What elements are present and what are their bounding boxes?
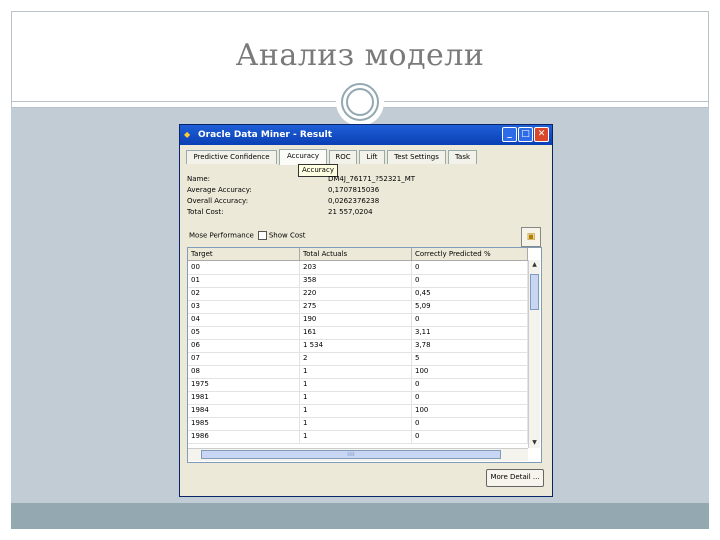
column-header-total-actuals[interactable]: Total Actuals: [300, 248, 412, 260]
cell-correctly-predicted: 0: [412, 378, 528, 391]
mode-label: Mose Performance: [189, 231, 254, 240]
cell-target: 07: [188, 352, 300, 365]
name-label: Name:: [187, 175, 211, 183]
cell-target: 1986: [188, 430, 300, 443]
cell-target: 06: [188, 339, 300, 352]
export-icon[interactable]: ▣: [521, 227, 541, 247]
scroll-down-icon[interactable]: ▼: [529, 438, 540, 448]
column-header-correctly-predicted[interactable]: Correctly Predicted %: [412, 248, 528, 260]
cell-correctly-predicted: 0: [412, 417, 528, 430]
cell-correctly-predicted: 3,11: [412, 326, 528, 339]
maximize-button[interactable]: □: [518, 127, 533, 142]
result-window: ◆ Oracle Data Miner - Result _ □ ✕ Predi…: [179, 124, 553, 497]
name-value: DM4J_76171_?52321_MT: [328, 175, 416, 183]
cell-total-actuals: 275: [300, 300, 412, 313]
cell-total-actuals: 2: [300, 352, 412, 365]
cell-correctly-predicted: 100: [412, 365, 528, 378]
cell-total-actuals: 1: [300, 430, 412, 443]
table-row[interactable]: 08 1 100: [188, 365, 528, 379]
cell-total-actuals: 1: [300, 378, 412, 391]
cell-correctly-predicted: 100: [412, 404, 528, 417]
table-row[interactable]: 07 2 5: [188, 352, 528, 366]
vertical-scrollbar[interactable]: ▲ ▼: [528, 260, 540, 448]
table-row[interactable]: 05 161 3,11: [188, 326, 528, 340]
cell-total-actuals: 203: [300, 261, 412, 274]
table-row[interactable]: 02 220 0,45: [188, 287, 528, 301]
cell-target: 1985: [188, 417, 300, 430]
cell-correctly-predicted: 0: [412, 391, 528, 404]
total-cost-label: Total Cost:: [187, 208, 224, 216]
cell-correctly-predicted: 5: [412, 352, 528, 365]
table-row[interactable]: 01 358 0: [188, 274, 528, 288]
cell-target: 1984: [188, 404, 300, 417]
cell-target: 01: [188, 274, 300, 287]
cell-total-actuals: 220: [300, 287, 412, 300]
vertical-scroll-thumb[interactable]: [530, 274, 539, 310]
tab-lift[interactable]: Lift: [359, 150, 385, 164]
table-row[interactable]: 00 203 0: [188, 261, 528, 275]
show-cost-checkbox[interactable]: [257, 231, 267, 240]
slide-title: Анализ модели: [235, 38, 485, 73]
cell-total-actuals: 358: [300, 274, 412, 287]
tab-test-settings[interactable]: Test Settings: [387, 150, 446, 164]
cell-target: 02: [188, 287, 300, 300]
cell-total-actuals: 1: [300, 391, 412, 404]
cell-correctly-predicted: 0: [412, 261, 528, 274]
cell-target: 1975: [188, 378, 300, 391]
app-logo-icon: ◆: [184, 130, 191, 139]
cell-correctly-predicted: 0: [412, 430, 528, 443]
table-row[interactable]: 1975 1 0: [188, 378, 528, 392]
average-accuracy-label: Average Accuracy:: [187, 186, 252, 194]
horizontal-scroll-thumb[interactable]: ⁞⁞⁞⁞: [201, 450, 501, 459]
table-row[interactable]: 06 1 534 3,78: [188, 339, 528, 353]
accuracy-grid: Target Total Actuals Correctly Predicted…: [187, 247, 542, 463]
cell-correctly-predicted: 0: [412, 313, 528, 326]
scroll-up-icon[interactable]: ▲: [529, 260, 540, 270]
grid-header: Target Total Actuals Correctly Predicted…: [188, 248, 528, 261]
cell-correctly-predicted: 0,45: [412, 287, 528, 300]
cell-total-actuals: 1: [300, 417, 412, 430]
close-button[interactable]: ✕: [534, 127, 549, 142]
table-row[interactable]: 03 275 5,09: [188, 300, 528, 314]
cell-total-actuals: 1: [300, 365, 412, 378]
ornament-ring-inner: [346, 88, 374, 116]
cell-correctly-predicted: 5,09: [412, 300, 528, 313]
cell-correctly-predicted: 0: [412, 274, 528, 287]
cell-target: 04: [188, 313, 300, 326]
total-cost-value: 21 557,0204: [328, 208, 373, 216]
cell-target: 1981: [188, 391, 300, 404]
slide-footer-band: [11, 503, 709, 529]
cell-total-actuals: 161: [300, 326, 412, 339]
tab-roc[interactable]: ROC: [329, 150, 357, 164]
table-row[interactable]: 1985 1 0: [188, 417, 528, 431]
tab-accuracy[interactable]: Accuracy: [279, 149, 327, 165]
table-row[interactable]: 1981 1 0: [188, 391, 528, 405]
cell-total-actuals: 190: [300, 313, 412, 326]
cell-target: 05: [188, 326, 300, 339]
tab-predictive-confidence[interactable]: Predictive Confidence: [186, 150, 277, 164]
table-row[interactable]: 1984 1 100: [188, 404, 528, 418]
table-row[interactable]: 1986 1 0: [188, 430, 528, 444]
overall-accuracy-label: Overall Accuracy:: [187, 197, 249, 205]
minimize-button[interactable]: _: [502, 127, 517, 142]
cell-correctly-predicted: 3,78: [412, 339, 528, 352]
tab-task[interactable]: Task: [448, 150, 477, 164]
horizontal-scrollbar[interactable]: ⁞⁞⁞⁞: [188, 448, 528, 461]
show-cost-label: Show Cost: [268, 231, 306, 240]
average-accuracy-value: 0,1707815036: [328, 186, 380, 194]
performance-options: Mose Performance Show Cost: [189, 231, 306, 240]
cell-total-actuals: 1: [300, 404, 412, 417]
column-header-target[interactable]: Target: [188, 248, 300, 260]
cell-target: 08: [188, 365, 300, 378]
window-title: Oracle Data Miner - Result: [198, 130, 333, 140]
overall-accuracy-value: 0,0262376238: [328, 197, 380, 205]
cell-target: 03: [188, 300, 300, 313]
table-row[interactable]: 04 190 0: [188, 313, 528, 327]
cell-target: 00: [188, 261, 300, 274]
cell-total-actuals: 1 534: [300, 339, 412, 352]
more-detail-button[interactable]: More Detail ...: [486, 469, 544, 487]
window-titlebar[interactable]: ◆ Oracle Data Miner - Result _ □ ✕: [180, 125, 552, 145]
